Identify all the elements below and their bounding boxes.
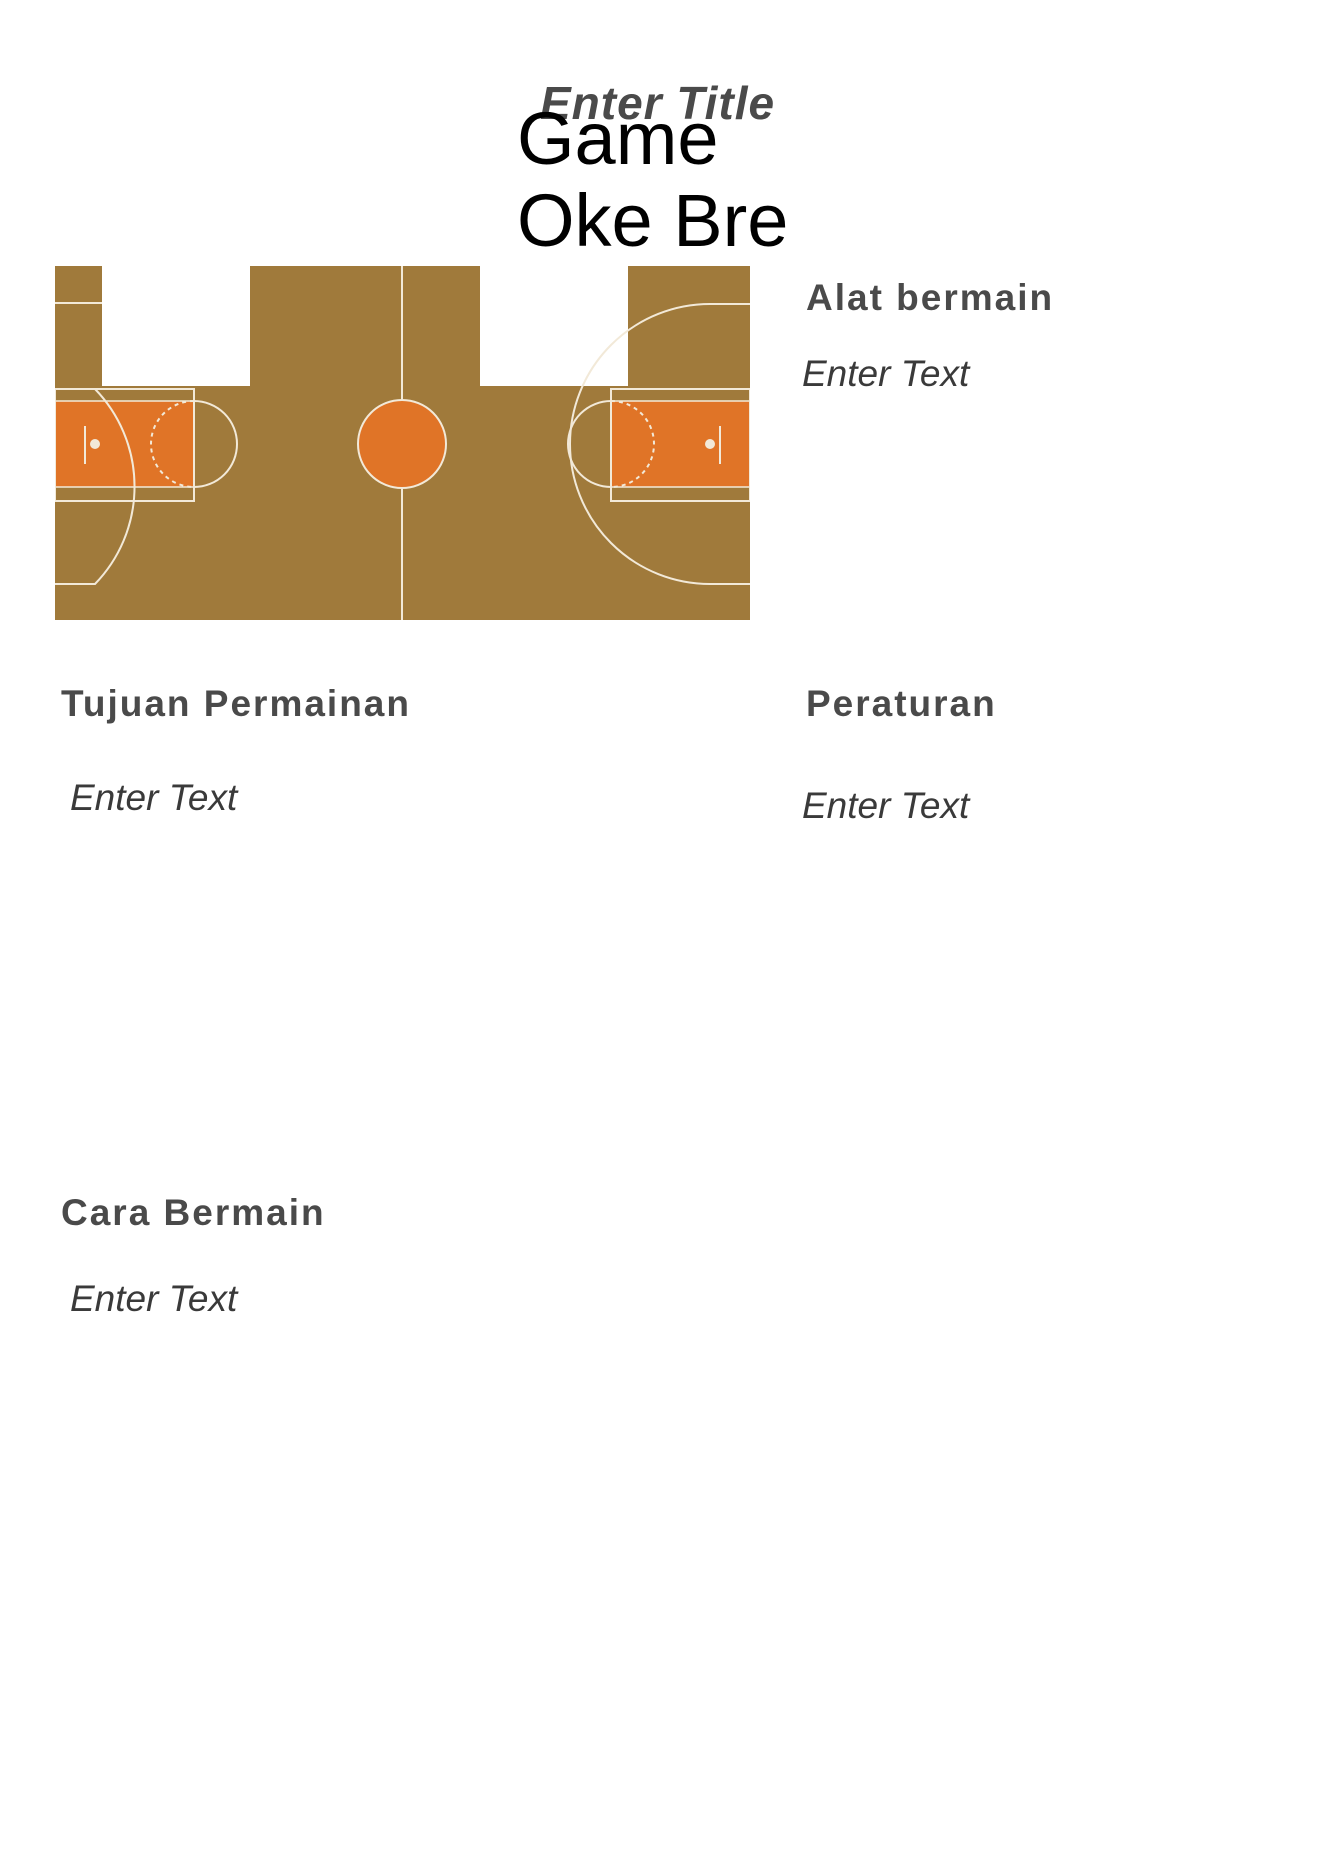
text-peraturan[interactable]: Enter Text (802, 785, 969, 827)
heading-cara-bermain: Cara Bermain (61, 1192, 326, 1233)
heading-peraturan: Peraturan (806, 683, 997, 724)
text-tujuan-permainan[interactable]: Enter Text (70, 777, 237, 819)
text-alat-bermain[interactable]: Enter Text (802, 353, 969, 395)
heading-alat-bermain: Alat bermain (806, 277, 1055, 318)
basketball-court-image (55, 266, 750, 620)
heading-tujuan-permainan: Tujuan Permainan (61, 683, 411, 724)
page-title[interactable]: Game Oke Bre (517, 98, 837, 262)
text-cara-bermain[interactable]: Enter Text (70, 1278, 237, 1320)
